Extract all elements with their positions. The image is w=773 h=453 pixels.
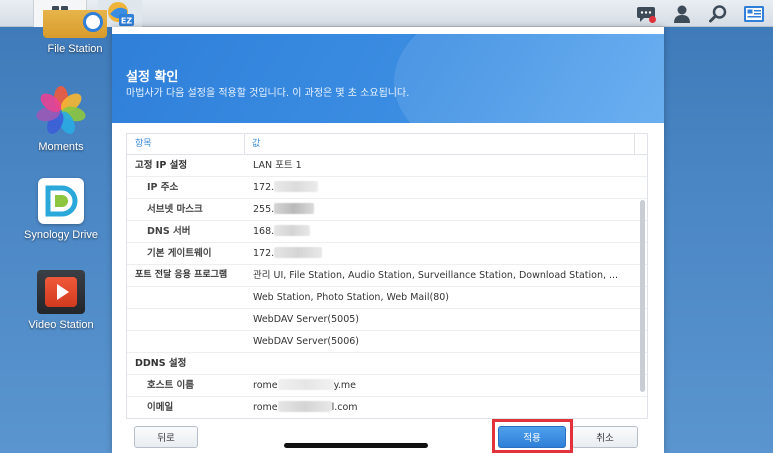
user-button[interactable] <box>671 3 693 25</box>
row-value: rome l.com <box>245 397 635 418</box>
row-value: WebDAV Server(5005) <box>253 314 360 325</box>
user-icon <box>674 5 690 23</box>
search-button[interactable] <box>707 3 729 25</box>
desktop-icon-synology-drive[interactable]: Synology Drive <box>6 178 116 241</box>
widgets-icon <box>744 5 764 22</box>
table-header: 항목 값 <box>127 134 647 155</box>
table-row: 고정 IP 설정 LAN 포트 1 <box>127 155 647 177</box>
row-value: WebDAV Server(5006) <box>253 336 360 347</box>
row-key: IP 주소 <box>147 182 179 193</box>
row-value: 관리 UI, File Station, Audio Station, Surv… <box>253 270 619 281</box>
table-row: 이메일 rome l.com <box>127 397 647 418</box>
video-station-icon <box>37 270 85 314</box>
row-key: 포트 전달 응용 프로그램 <box>135 270 228 280</box>
row-key: DNS 서버 <box>147 226 191 237</box>
table-row: WebDAV Server(5005) <box>127 309 647 331</box>
settings-summary-table: 항목 값 고정 IP 설정 LAN 포트 1 IP 주소 172. 서브넷 마스… <box>126 133 648 419</box>
moments-icon <box>36 86 86 136</box>
hostname-prefix: rome <box>253 380 278 391</box>
table-row: DDNS 설정 <box>127 353 647 375</box>
search-icon <box>709 4 727 22</box>
row-value: 255. <box>245 199 635 220</box>
table-row: 호스트 이름 rome y.me <box>127 375 647 397</box>
ip-address-value: 172. <box>253 182 275 193</box>
redacted-region <box>277 379 334 390</box>
dns-server-value: 168. <box>253 226 275 237</box>
row-key: 고정 IP 설정 <box>135 160 188 171</box>
row-value: 168. <box>245 221 635 242</box>
file-station-icon <box>43 10 107 38</box>
row-value: 172. <box>245 243 635 264</box>
apply-button-highlight <box>492 419 573 453</box>
subnet-mask-value: 255. <box>253 204 275 215</box>
back-button[interactable]: 뒤로 <box>134 426 198 448</box>
cancel-button[interactable]: 취소 <box>572 426 638 448</box>
table-row: 포트 전달 응용 프로그램 관리 UI, File Station, Audio… <box>127 265 647 287</box>
row-key: 호스트 이름 <box>147 380 195 391</box>
redacted-region <box>274 203 315 214</box>
hostname-suffix: y.me <box>333 380 356 391</box>
table-row: WebDAV Server(5006) <box>127 331 647 353</box>
desktop-icon-moments[interactable]: Moments <box>6 86 116 153</box>
row-key: 이메일 <box>147 402 174 413</box>
row-value: LAN 포트 1 <box>253 160 302 171</box>
row-key <box>127 331 245 352</box>
setup-wizard-window: 설정 확인 마법사가 다음 설정을 적용할 것입니다. 이 과정은 몇 초 소요… <box>112 27 664 453</box>
table-row: 기본 게이트웨이 172. <box>127 243 647 265</box>
desktop-icon-label: Moments <box>38 141 84 153</box>
email-suffix: l.com <box>331 402 358 413</box>
table-row: IP 주소 172. <box>127 177 647 199</box>
chat-button[interactable] <box>635 3 657 25</box>
redacted-region <box>277 401 332 412</box>
column-header-value[interactable]: 값 <box>245 134 635 154</box>
redacted-region <box>274 225 311 236</box>
row-key: DDNS 설정 <box>135 358 187 369</box>
desktop-icon-video-station[interactable]: Video Station <box>6 270 116 331</box>
redacted-region <box>274 181 319 192</box>
row-key: 서브넷 마스크 <box>147 204 203 215</box>
table-row: Web Station, Photo Station, Web Mail(80) <box>127 287 647 309</box>
row-key: 기본 게이트웨이 <box>147 248 212 259</box>
wizard-subtitle: 마법사가 다음 설정을 적용할 것입니다. 이 과정은 몇 초 소요됩니다. <box>126 88 410 99</box>
taskbar-right-tray <box>635 0 765 27</box>
home-indicator-bar[interactable] <box>284 443 428 448</box>
chat-icon <box>637 6 656 23</box>
widgets-button[interactable] <box>743 3 765 25</box>
row-value <box>245 353 635 374</box>
row-key <box>127 287 245 308</box>
table-scrollbar[interactable] <box>640 200 645 392</box>
table-row: DNS 서버 168. <box>127 221 647 243</box>
wizard-title: 설정 확인 <box>126 70 179 85</box>
wizard-header: 설정 확인 마법사가 다음 설정을 적용할 것입니다. 이 과정은 몇 초 소요… <box>112 27 664 123</box>
desktop-icon-label: Synology Drive <box>24 229 98 241</box>
desktop-icon-label: Video Station <box>28 319 94 331</box>
synology-drive-icon <box>38 178 84 224</box>
header-decoration <box>394 27 664 123</box>
column-header-item[interactable]: 항목 <box>127 134 245 154</box>
row-key <box>127 309 245 330</box>
email-prefix: rome <box>253 402 278 413</box>
gateway-value: 172. <box>253 248 275 259</box>
table-row: 서브넷 마스크 255. <box>127 199 647 221</box>
row-value: Web Station, Photo Station, Web Mail(80) <box>253 292 450 303</box>
redacted-region <box>274 247 323 258</box>
row-value: 172. <box>245 177 635 198</box>
row-value: rome y.me <box>245 375 635 396</box>
